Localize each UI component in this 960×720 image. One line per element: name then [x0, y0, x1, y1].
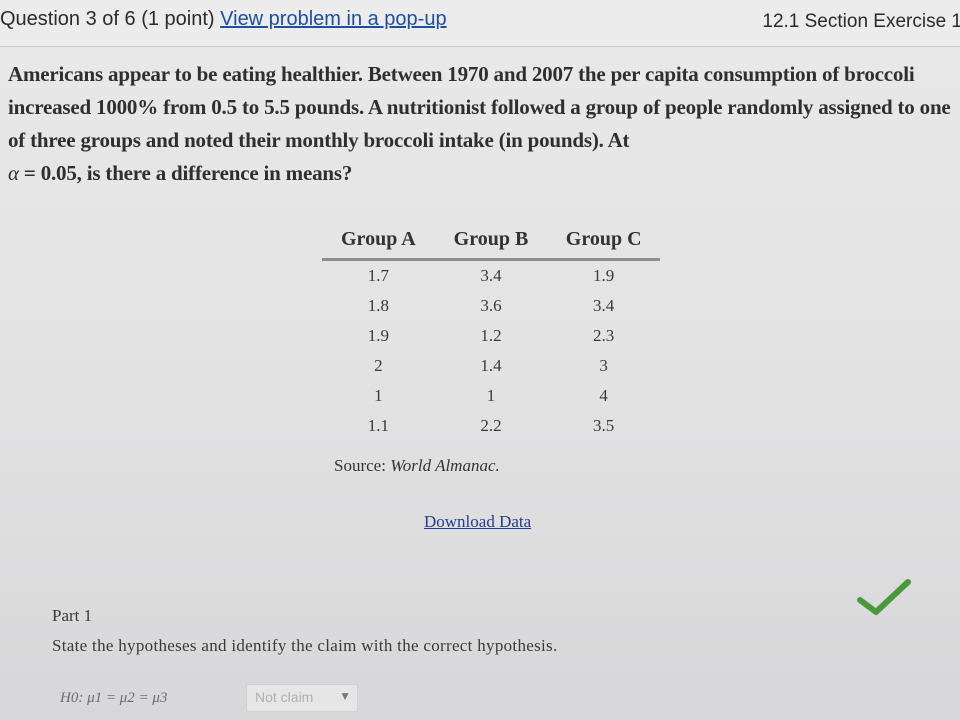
- table-cell: 2: [374, 356, 383, 375]
- table-cell: 1: [374, 386, 383, 405]
- table-body: 1.7 3.4 1.9 1.8 3.6 3.4 1.9 1.2 2.3 2 1.4 3 1 1 4 1.1 2.…: [322, 261, 660, 441]
- check-icon: [857, 579, 911, 615]
- table-cell: 1.8: [367, 296, 389, 315]
- table-row: 1.7 3.4 1.9: [322, 261, 660, 291]
- table-cell: 3.6: [480, 296, 502, 315]
- table-cell: 1.7: [367, 266, 389, 285]
- source-citation: Source: World Almanac.: [334, 456, 500, 476]
- question-progress-label: Question 3 of 6 (1 point): [0, 8, 215, 30]
- claim-dropdown-value: Not claim: [255, 689, 314, 705]
- table-row: 1.8 3.6 3.4: [322, 291, 660, 321]
- table-cell: 3: [599, 356, 608, 375]
- question-progress: Question 3 of 6 (1 point) View problem i…: [0, 8, 447, 31]
- section-label: 12.1 Section Exercise 1: [762, 11, 960, 32]
- table-row: 1.9 1.2 2.3: [322, 321, 660, 351]
- table-cell: 1.2: [480, 326, 502, 345]
- table-cell: 3.4: [480, 266, 502, 285]
- column-header: Group B: [453, 228, 529, 250]
- problem-text: Americans appear to be eating healthier.…: [8, 62, 951, 152]
- table-cell: 1.4: [480, 356, 502, 375]
- table-cell: 3.4: [593, 296, 615, 315]
- problem-statement: Americans appear to be eating healthier.…: [8, 58, 958, 190]
- table-row: 1.1 2.2 3.5: [322, 411, 660, 441]
- source-prefix: Source:: [334, 456, 391, 475]
- question-header-bar: Question 3 of 6 (1 point) View problem i…: [0, 0, 960, 47]
- table-cell: 2.3: [593, 326, 615, 345]
- view-popup-link[interactable]: View problem in a pop-up: [220, 8, 446, 30]
- chevron-down-icon: ▼: [339, 689, 351, 703]
- download-data-link[interactable]: Download Data: [424, 512, 531, 532]
- table-cell: 1.1: [367, 416, 389, 435]
- table-header-row: Group A Group B Group C: [322, 224, 660, 261]
- table-cell: 1: [486, 386, 496, 405]
- problem-question: = 0.05, is there a difference in means?: [18, 161, 353, 185]
- table-cell: 2.2: [480, 416, 502, 435]
- column-header: Group C: [565, 228, 642, 250]
- part-instruction: State the hypotheses and identify the cl…: [52, 636, 558, 655]
- data-table: Group A Group B Group C 1.7 3.4 1.9 1.8 3.6 3…: [322, 224, 660, 441]
- table-cell: 1.9: [593, 266, 615, 285]
- column-header: Group A: [341, 228, 416, 250]
- table-cell: 3.5: [593, 416, 615, 435]
- table-row: 1 1 4: [322, 381, 660, 411]
- source-title: World Almanac.: [390, 456, 500, 475]
- table-cell: 4: [599, 386, 608, 405]
- claim-dropdown[interactable]: Not claim ▼: [246, 684, 358, 712]
- table-cell: 1.9: [367, 326, 389, 345]
- null-hypothesis: H0: μ1 = μ2 = μ3: [60, 690, 168, 706]
- table-row: 2 1.4 3: [322, 351, 660, 381]
- alpha-symbol: α: [8, 161, 19, 185]
- part-title: Part 1: [52, 606, 93, 625]
